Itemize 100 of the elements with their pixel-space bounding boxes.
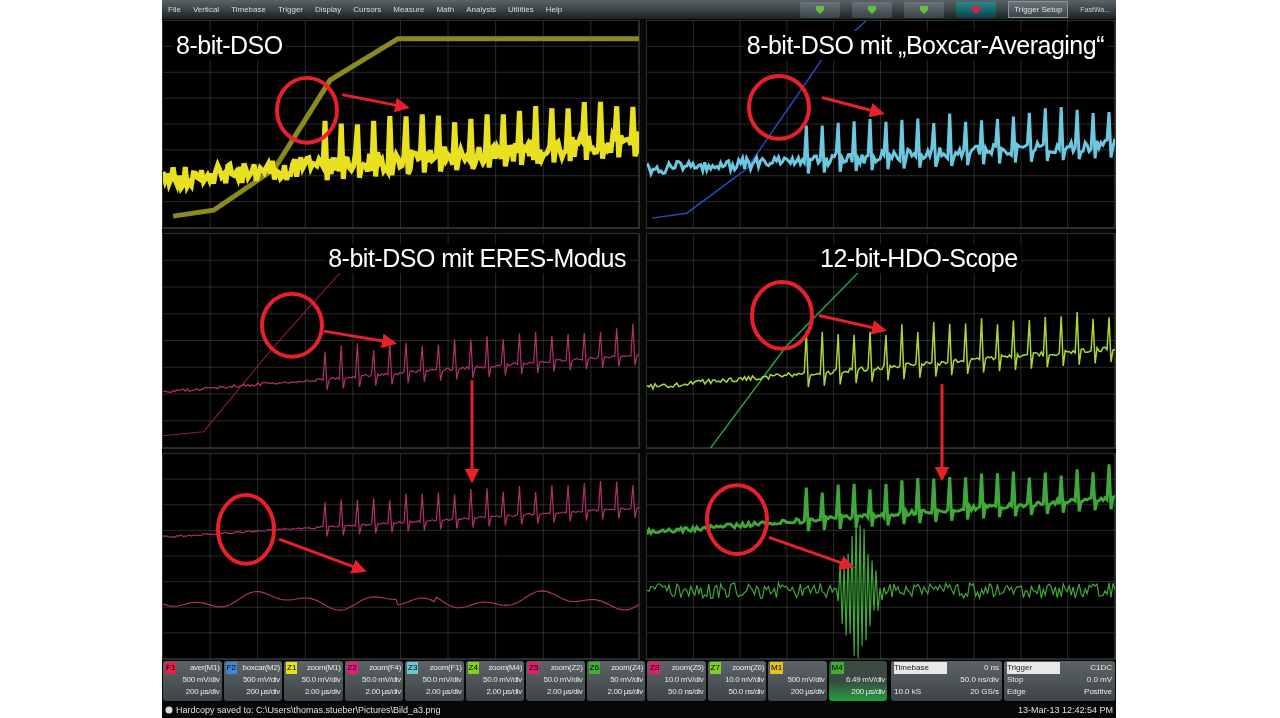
trace-tag: Z1 [286,662,298,674]
panel-title: 8-bit-DSO mit „Boxcar-Averaging“ [743,31,1107,60]
arrow [818,314,887,335]
trace-tag: Z2 [346,662,358,674]
trace-descriptor[interactable]: Z2 zoom(F4) 50.0 mV/div 2.00 µs/div [344,661,403,701]
trace-descriptor[interactable]: M4 6.49 mV/div 200 µs/div [828,661,887,701]
trace-descriptor[interactable]: F1 aver(M1) 500 mV/div 200 µs/div [163,661,222,701]
panel-title: 12-bit-HDO-Scope [817,244,1021,273]
trace-tag: Z6 [588,662,600,674]
timebase-delay: 0 ns [982,662,1000,674]
menu-item[interactable]: File [168,5,181,14]
descriptor-tdiv: 200 µs/div [851,686,885,698]
menu-item[interactable]: Measure [393,5,425,14]
trigger-source: C1DC [1089,662,1113,674]
descriptor-vdiv: 10.0 mV/div [664,674,704,686]
descriptor-tdiv: 2.00 µs/div [304,686,341,698]
descriptor-source: zoom(M4) [488,662,522,674]
menu-item[interactable]: Display [315,5,342,14]
highlight-circle [275,75,339,145]
arrow [341,93,410,113]
descriptor-source: boxcar(M2) [242,662,280,674]
timebase-label: Timebase [894,662,947,674]
timebase-descriptor[interactable]: Timebase 0 ns 50.0 ns/div 10.0 kS 20 GS/s [891,661,1003,701]
descriptor-tdiv: 2.00 µs/div [607,686,643,698]
descriptor-vdiv: 50 mV/div [610,674,643,686]
toolbar-button[interactable] [904,1,945,18]
descriptor-vdiv: 6.49 mV/div [846,674,885,686]
descriptor-tdiv: 2.00 µs/div [486,686,522,698]
menu-item[interactable]: Trigger [277,5,303,14]
trigger-mode: Stop [1007,674,1025,686]
shield-icon [971,4,982,15]
trace-tag: M4 [830,662,844,674]
trace-descriptor[interactable]: Z4 zoom(M4) 50.0 mV/div 2.00 µs/div [465,661,524,701]
trigger-slope: Positive [1083,686,1113,698]
descriptor-vdiv: 50.0 mV/div [543,674,583,686]
trace-descriptor[interactable]: M1 500 mV/div 200 µs/div [768,661,827,701]
descriptor-vdiv: 50.0 mV/div [362,674,401,686]
status-message: Hardcopy saved to: C:\Users\thomas.stueber\Pictures\Bild_a3.png [176,704,441,715]
trace-tag: M1 [770,662,784,674]
trace-descriptor[interactable]: Z5 zoom(Z2) 50.0 mV/div 2.00 µs/div [526,661,585,701]
toolbar-button[interactable] [956,1,997,18]
trace-tag: Z8 [649,662,661,674]
highlight-circle [747,73,811,141]
descriptor-source: zoom(M1) [306,662,341,674]
timebase-tdiv: 50.0 ns/div [959,674,1000,686]
descriptor-vdiv: 500 mV/div [182,674,220,686]
descriptor-tdiv: 200 µs/div [790,686,825,698]
trace-tag: Z5 [528,662,540,674]
descriptor-vdiv: 500 mV/div [242,674,280,686]
descriptor-vdiv: 10.0 mV/div [725,674,764,686]
descriptor-source: zoom(F1) [429,662,462,674]
trace-descriptor[interactable]: Z3 zoom(F1) 50.0 mV/div 2.00 µs/div [405,661,464,701]
arrow [821,96,885,118]
descriptor-source: zoom(F4) [369,662,401,674]
trace-tag: Z7 [709,662,721,674]
panel-title: 8-bit-DSO mit ERES-Modus [325,244,629,273]
trace-tag: F1 [165,662,177,674]
descriptor-source: zoom(Z4) [611,662,643,674]
timebase-samples: 10.0 kS [894,686,923,698]
info-icon [165,705,173,714]
descriptor-tdiv: 50.0 ns/div [728,686,764,698]
descriptor-source: aver(M1) [189,662,220,674]
trigger-label: Trigger [1007,662,1060,674]
trigger-setup-button[interactable]: Trigger Setup [1008,1,1069,18]
descriptor-tdiv: 2.00 µs/div [365,686,401,698]
descriptor-tdiv: 50.0 ns/div [668,686,704,698]
trace-descriptor[interactable]: Z1 zoom(M1) 50.0 mV/div 2.00 µs/div [284,661,343,701]
trigger-level: 0.0 mV [1085,674,1113,686]
descriptor-tdiv: 2.00 µs/div [425,686,462,698]
toolbar-button[interactable] [800,1,841,18]
descriptor-vdiv: 50.0 mV/div [422,674,462,686]
trigger-type: Edge [1007,686,1027,698]
trace-descriptor[interactable]: Z7 zoom(Z6) 10.0 mV/div 50.0 ns/div [707,661,766,701]
descriptor-tdiv: 200 µs/div [246,686,280,698]
date-time: 13-Mar-13 12:42:54 PM [1017,704,1113,715]
trace-descriptor[interactable]: F2 boxcar(M2) 500 mV/div 200 µs/div [223,661,282,701]
descriptor-vdiv: 50.0 mV/div [483,674,522,686]
descriptor-vdiv: 500 mV/div [787,674,825,686]
highlight-circle [260,291,324,359]
trace-descriptor[interactable]: Z8 zoom(Z5) 10.0 mV/div 50.0 ns/div [647,661,706,701]
descriptor-source: zoom(Z2) [550,662,583,674]
trigger-descriptor[interactable]: Trigger C1DC Stop 0.0 mV Edge Positive [1004,661,1116,701]
trace-tag: Z3 [407,662,419,674]
descriptor-source: zoom(Z5) [671,662,704,674]
highlight-circle [750,280,814,351]
toolbar-button[interactable] [852,1,893,18]
shield-icon [919,4,930,15]
timebase-rate: 20 GS/s [969,686,1000,698]
menu-item[interactable]: Timebase [231,5,266,14]
menu-item[interactable]: Cursors [353,5,382,14]
trace-tag: F2 [225,662,237,674]
menu-item[interactable]: Math [436,5,455,14]
descriptor-vdiv: 50.0 mV/div [301,674,341,686]
menu-item[interactable]: Analysis [466,5,496,14]
menu-item[interactable]: Help [545,5,563,14]
trace-descriptor[interactable]: Z6 zoom(Z4) 50 mV/div 2.00 µs/div [586,661,645,701]
menu-item[interactable]: Utilities [507,5,534,14]
descriptor-tdiv: 200 µs/div [185,686,220,698]
shield-icon [815,4,826,15]
menu-item[interactable]: Vertical [192,5,220,14]
